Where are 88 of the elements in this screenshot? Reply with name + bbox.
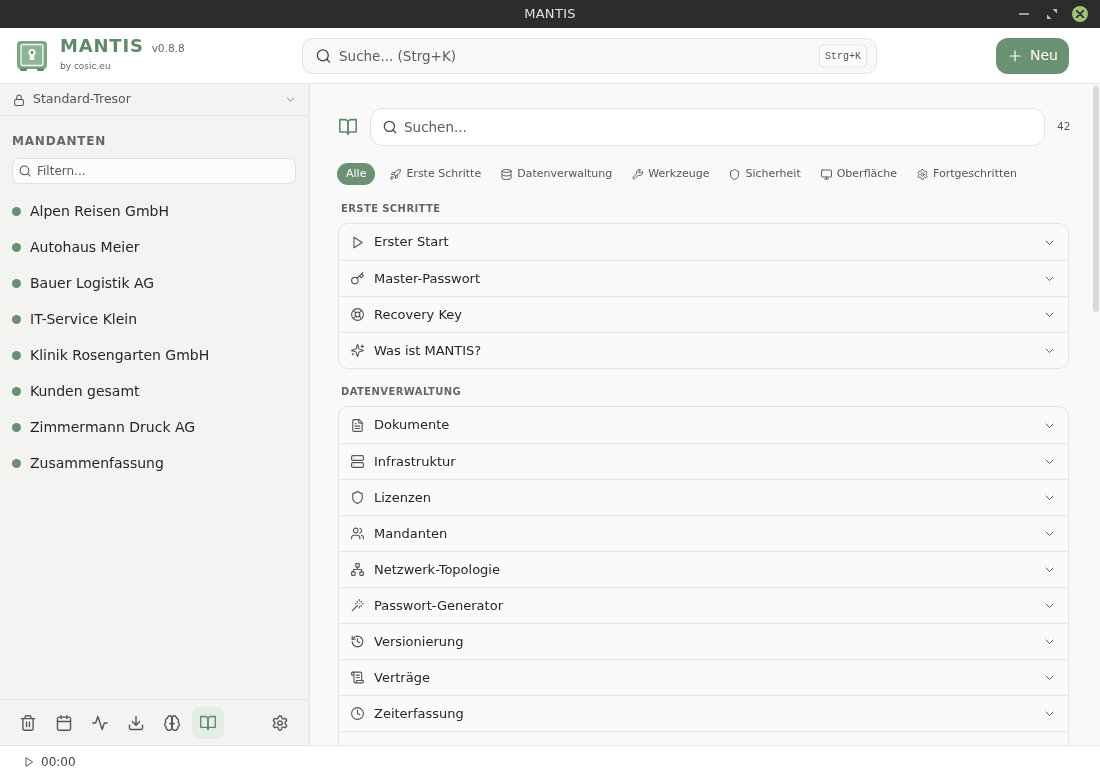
help-topic-row[interactable]: Netzwerk-Topologie <box>339 551 1068 587</box>
users-icon <box>351 527 364 540</box>
rocket-icon <box>390 168 402 180</box>
client-item[interactable]: Zusammenfassung <box>0 445 309 481</box>
help-topic-row[interactable]: Erster Start <box>339 224 1068 260</box>
timer-button[interactable]: 00:00 <box>24 753 76 771</box>
plus-icon <box>1008 48 1023 63</box>
help-topic-row[interactable]: Dokumente <box>339 407 1068 443</box>
document-icon <box>351 418 364 432</box>
category-filter[interactable]: Fortgeschritten <box>908 163 1027 185</box>
category-filter[interactable]: Werkzeuge <box>623 163 719 185</box>
history-icon <box>351 635 364 648</box>
book-icon <box>200 714 216 731</box>
help-topic-row[interactable]: Master-Passwort <box>339 260 1068 296</box>
help-topic-row[interactable]: Versionierung <box>339 623 1068 659</box>
byline-text: by cosic.eu <box>60 60 112 74</box>
category-filter[interactable]: Oberfläche <box>811 163 907 185</box>
brain-icon <box>164 714 180 731</box>
category-filter[interactable]: Sicherheit <box>720 163 810 185</box>
status-dot-icon <box>12 350 21 360</box>
shortcut-hint: Strg+K <box>819 44 867 67</box>
network-icon <box>351 563 364 576</box>
client-item[interactable]: Zimmermann Druck AG <box>0 409 309 445</box>
monitor-icon <box>820 168 832 180</box>
help-topic-row[interactable]: Recovery Key <box>339 296 1068 332</box>
status-dot-icon <box>12 458 21 468</box>
status-dot-icon <box>12 386 21 396</box>
help-button[interactable] <box>192 706 224 739</box>
client-item[interactable]: Bauer Logistik AG <box>0 265 309 301</box>
book-icon <box>338 118 358 136</box>
settings-icon <box>272 714 288 731</box>
wrench-icon <box>632 168 644 180</box>
trash-icon <box>20 714 36 731</box>
help-topic-row[interactable]: Infrastruktur <box>339 443 1068 479</box>
status-dot-icon <box>12 314 21 324</box>
filter-field[interactable]: Filtern... <box>12 158 296 184</box>
status-dot-icon <box>12 242 21 252</box>
safe-keyhole-icon <box>16 39 48 72</box>
window-title: MANTIS <box>524 5 576 24</box>
help-topic-row[interactable]: Lizenzen <box>339 479 1068 515</box>
client-item[interactable]: IT-Service Klein <box>0 301 309 337</box>
client-item[interactable]: Autohaus Meier <box>0 229 309 265</box>
help-topic-row[interactable]: Passwort-Generator <box>339 587 1068 623</box>
section-heading: MANDANTEN <box>11 133 108 149</box>
clock-icon <box>351 707 364 720</box>
server-icon <box>351 455 364 468</box>
scroll-icon <box>351 671 364 684</box>
help-topic-row[interactable]: Was ist MANTIS? <box>339 332 1068 368</box>
pulse-icon <box>92 714 108 731</box>
help-topic-row[interactable]: Verträge <box>339 659 1068 695</box>
settings-icon <box>917 168 929 180</box>
shield-icon <box>351 491 364 504</box>
app-name: MANTIS <box>60 37 144 56</box>
result-count: 42 <box>1057 119 1069 135</box>
play-icon <box>24 756 34 768</box>
scrollbar-thumb[interactable] <box>1093 86 1099 312</box>
client-item[interactable]: Klinik Rosengarten GmbH <box>0 337 309 373</box>
maximize-button[interactable] <box>1044 6 1060 22</box>
help-topic-row[interactable]: Mandanten <box>339 515 1068 551</box>
new-button[interactable]: Neu <box>996 37 1069 74</box>
vault-selector[interactable]: Standard-Tresor <box>0 84 309 116</box>
database-icon <box>501 168 513 180</box>
category-filter[interactable]: Erste Schritte <box>381 163 491 185</box>
close-button[interactable] <box>1072 6 1088 22</box>
client-item[interactable]: Alpen Reisen GmbH <box>0 193 309 229</box>
play-icon <box>351 235 364 249</box>
client-item[interactable]: Kunden gesamt <box>0 373 309 409</box>
lock-icon <box>13 93 25 106</box>
search-field[interactable]: Suchen... <box>370 108 1045 146</box>
shield-icon <box>729 168 741 180</box>
status-dot-icon <box>12 206 21 216</box>
lifebuoy-icon <box>351 308 364 321</box>
section-heading: DATENVERWALTUNG <box>341 385 463 399</box>
status-dot-icon <box>12 278 21 288</box>
download-icon <box>128 714 144 731</box>
close-icon <box>1076 10 1084 18</box>
section-heading: ERSTE SCHRITTE <box>341 202 442 216</box>
calendar-icon <box>56 714 72 731</box>
status-dot-icon <box>12 422 21 432</box>
sparkles-icon <box>351 344 364 357</box>
category-filter[interactable]: Alle <box>337 163 376 185</box>
version-label: v0.8.8 <box>151 41 185 57</box>
category-filter[interactable]: Datenverwaltung <box>492 163 622 185</box>
help-topic-row[interactable]: Zeiterfassung <box>339 695 1068 731</box>
key-icon <box>351 272 364 285</box>
chevron-down-icon <box>286 95 295 104</box>
restore-icon <box>1047 9 1057 19</box>
magic-wand-icon <box>351 599 364 612</box>
